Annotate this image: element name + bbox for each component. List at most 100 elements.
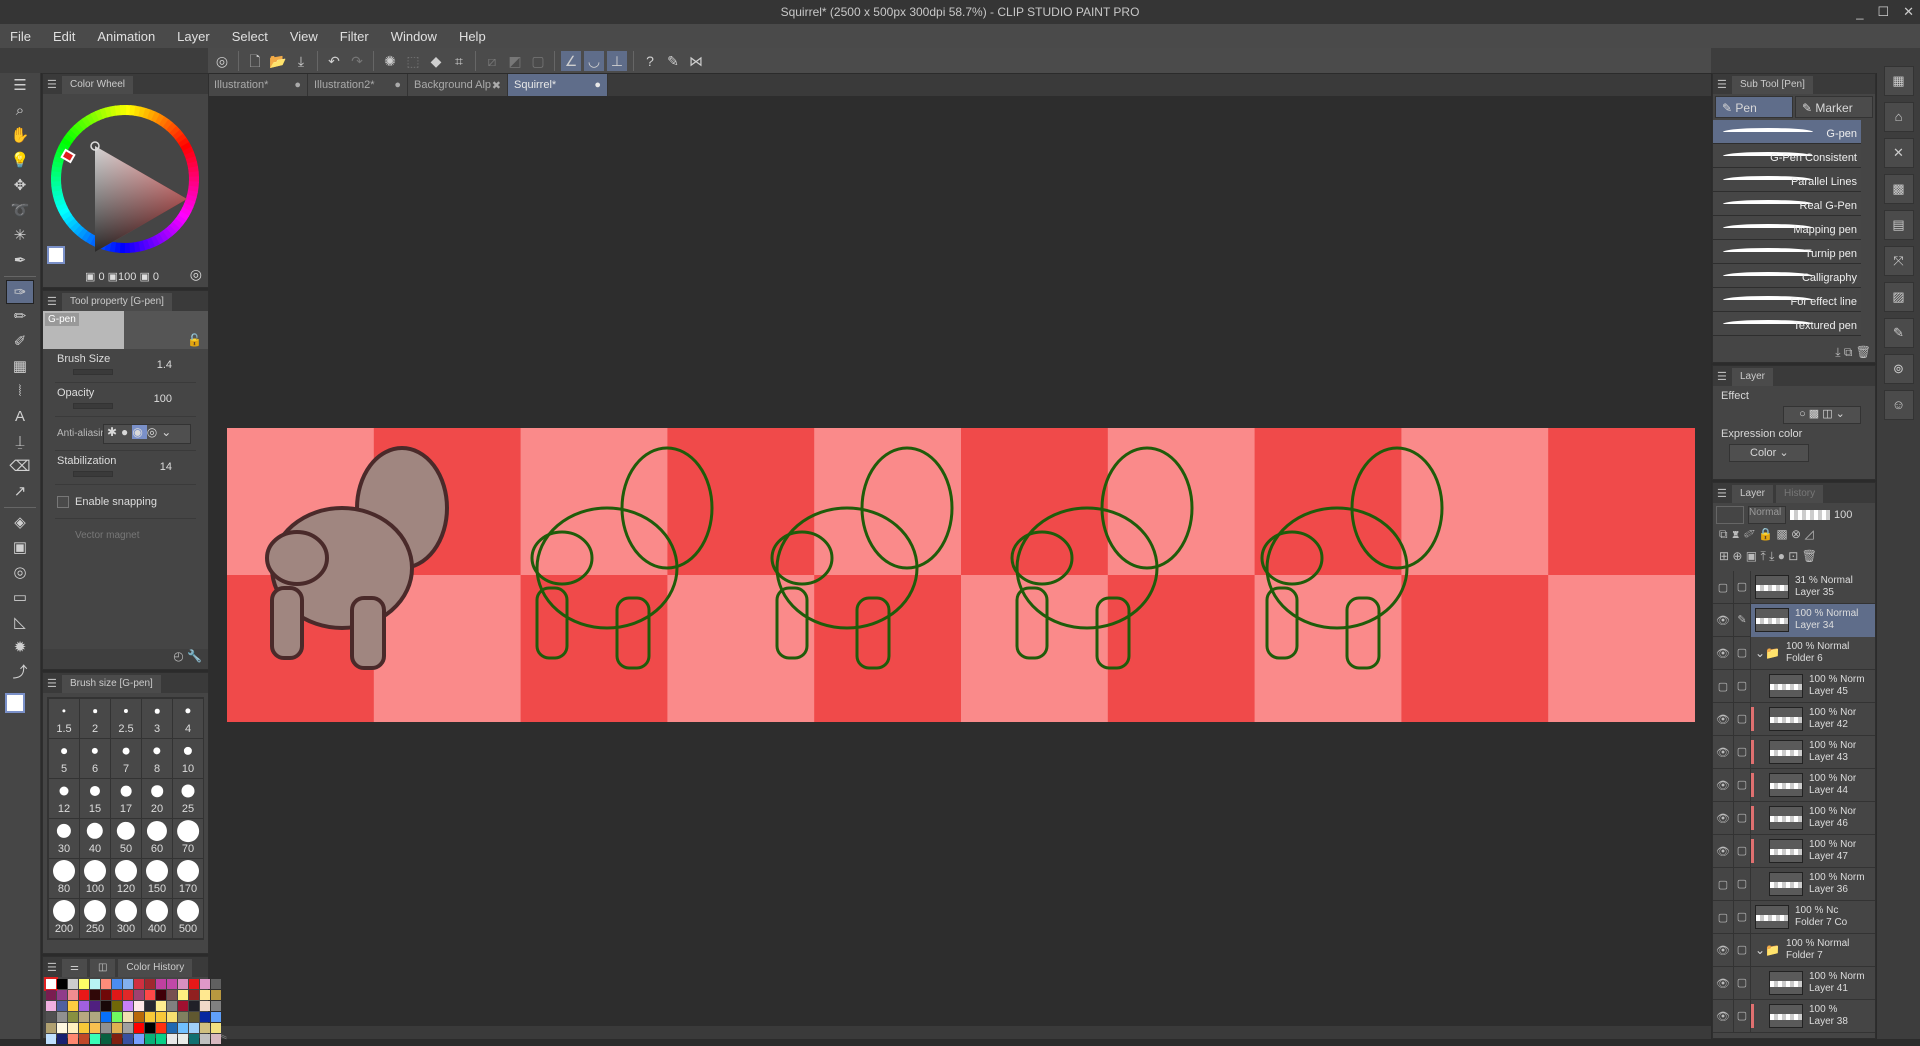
sub-tool-textured-pen[interactable]: Textured pen xyxy=(1713,312,1861,336)
color-swatch[interactable] xyxy=(123,1023,133,1033)
tab-background-alp[interactable]: Background Alp ✖ xyxy=(408,74,508,96)
antialiasing-selector[interactable]: ✱●◉◎⌄ xyxy=(103,424,191,444)
stabilization-value[interactable]: 14 xyxy=(160,461,172,473)
eye-hidden-icon[interactable]: ▢ xyxy=(1713,911,1733,924)
color-swatch[interactable] xyxy=(68,1034,78,1044)
brush-size-option[interactable]: 50 xyxy=(111,819,141,858)
color-swatch[interactable] xyxy=(101,1034,111,1044)
color-swatch[interactable] xyxy=(134,990,144,1000)
eye-hidden-icon[interactable]: ▢ xyxy=(1713,878,1733,891)
unsaved-dot-icon[interactable]: ● xyxy=(594,79,601,91)
eye-icon[interactable]: 👁 xyxy=(1713,845,1733,858)
panel-menu-icon[interactable]: ☰ xyxy=(47,675,59,693)
tool-10-icon[interactable]: ▦ xyxy=(6,355,34,379)
tab-layer-property[interactable]: Layer xyxy=(1732,368,1774,386)
tab-color-history[interactable]: Color History xyxy=(118,959,193,977)
minimize-button[interactable]: _ xyxy=(1856,5,1863,20)
brush-size-option[interactable]: 2 xyxy=(80,699,110,738)
tool-11-icon[interactable]: ⦚ xyxy=(6,380,34,404)
brush-size-option[interactable]: 17 xyxy=(111,779,141,818)
brush-size-option[interactable]: 300 xyxy=(111,899,141,938)
color-swatch[interactable] xyxy=(134,1012,144,1022)
sub-tool-g-pen-consistent[interactable]: G-Pen Consistent xyxy=(1713,144,1861,168)
close-button[interactable]: ✕ xyxy=(1903,4,1914,20)
color-swatch[interactable] xyxy=(178,1001,188,1011)
undo-icon[interactable]: ↶ xyxy=(324,51,344,71)
deselect-icon[interactable]: ✺ xyxy=(380,51,400,71)
brush-size-option[interactable]: 30 xyxy=(49,819,79,858)
panel-menu-icon[interactable]: ☰ xyxy=(1717,76,1729,94)
color-swatch[interactable] xyxy=(123,1034,133,1044)
color-swatch[interactable] xyxy=(101,1012,111,1022)
color-swatch[interactable] xyxy=(167,979,177,989)
tool-18-icon[interactable]: ◎ xyxy=(6,561,34,585)
folder-expand-icon[interactable]: ⌄ xyxy=(1755,943,1765,957)
color-swatch[interactable] xyxy=(145,990,155,1000)
close-tab-icon[interactable]: ✖ xyxy=(492,79,501,92)
layer-row[interactable]: 👁 ▢ 100 % Layer 38 xyxy=(1713,999,1875,1033)
brush-size-option[interactable]: 200 xyxy=(49,899,79,938)
layer-main[interactable]: 100 % Norm Layer 45 xyxy=(1751,670,1875,703)
opacity-value[interactable]: 100 xyxy=(154,393,172,405)
color-swatch[interactable] xyxy=(167,1012,177,1022)
color-swatch[interactable] xyxy=(112,979,122,989)
tab-color-set[interactable]: ⚌ xyxy=(62,959,87,977)
menu-window[interactable]: Window xyxy=(391,29,437,44)
brush-size-option[interactable]: 10 xyxy=(173,739,203,778)
snap-ruler-icon[interactable]: ∠ xyxy=(561,50,581,71)
color-swatch[interactable] xyxy=(178,979,188,989)
color-swatch[interactable] xyxy=(101,990,111,1000)
brush-size-value[interactable]: 1.4 xyxy=(157,359,172,371)
tool-22-icon[interactable]: ⤴ xyxy=(6,661,34,685)
brush-size-option[interactable]: 5 xyxy=(49,739,79,778)
brush-size-option[interactable]: 500 xyxy=(173,899,203,938)
tool-14-icon[interactable]: ⌫ xyxy=(6,455,34,479)
material-folder-2-icon[interactable]: ✕ xyxy=(1883,138,1914,168)
layer-row[interactable]: ▢ ▢ 100 % Norm Layer 45 xyxy=(1713,669,1875,703)
flip-horizontal-icon[interactable]: ⋈ xyxy=(686,51,706,71)
color-swatch[interactable] xyxy=(134,1001,144,1011)
color-swatch[interactable] xyxy=(112,1023,122,1033)
color-swatch[interactable] xyxy=(57,1023,67,1033)
layer-opacity-slider[interactable] xyxy=(1790,510,1830,520)
tool-2-icon[interactable]: 💡 xyxy=(6,149,34,173)
tool-column-menu-icon[interactable]: ☰ xyxy=(6,74,34,98)
folder-expand-icon[interactable]: ⌄ xyxy=(1755,646,1765,660)
tool-3-icon[interactable]: ✥ xyxy=(6,174,34,198)
antialiasing-row[interactable]: Anti-aliasing ✱●◉◎⌄ xyxy=(55,417,196,451)
eye-hidden-icon[interactable]: ▢ xyxy=(1713,581,1733,594)
color-swatch[interactable] xyxy=(44,977,58,991)
color-swatch[interactable] xyxy=(57,1001,67,1011)
color-swatch[interactable] xyxy=(79,1001,89,1011)
canvas[interactable] xyxy=(227,428,1695,722)
color-swatch[interactable] xyxy=(178,1023,188,1033)
transform-icon[interactable]: ⌗ xyxy=(449,51,469,71)
color-swatch[interactable] xyxy=(123,990,133,1000)
color-swatch[interactable] xyxy=(211,990,221,1000)
color-swatch[interactable] xyxy=(189,990,199,1000)
brush-size-option[interactable]: 8 xyxy=(142,739,172,778)
material-folder-1-icon[interactable]: ⌂ xyxy=(1883,102,1914,132)
save-icon[interactable]: ⤓ xyxy=(291,51,311,71)
help-icon[interactable]: ? xyxy=(640,51,660,71)
layer-main[interactable]: 100 % Nor Layer 47 xyxy=(1751,835,1875,868)
color-swatch[interactable] xyxy=(68,1001,78,1011)
layer-main[interactable]: 100 % Layer 38 xyxy=(1751,1000,1875,1033)
menu-filter[interactable]: Filter xyxy=(340,29,369,44)
eye-icon[interactable]: 👁 xyxy=(1713,812,1733,825)
snap-grid-icon[interactable]: ⊥ xyxy=(607,50,627,71)
color-swatch[interactable] xyxy=(134,1023,144,1033)
layer-opacity-value[interactable]: 100 xyxy=(1834,509,1852,521)
edit-target-checkbox[interactable]: ▢ xyxy=(1733,867,1751,901)
color-swatch[interactable] xyxy=(156,979,166,989)
panel-menu-icon[interactable]: ☰ xyxy=(1717,485,1729,503)
material-folder-7-icon[interactable]: ✎ xyxy=(1883,318,1914,348)
layer-color-select[interactable] xyxy=(1716,506,1744,524)
material-folder-4-icon[interactable]: ▤ xyxy=(1883,210,1914,240)
brush-size-option[interactable]: 15 xyxy=(80,779,110,818)
tool-0-icon[interactable]: ⌕ xyxy=(6,99,34,123)
stabilization-row[interactable]: Stabilization 14 xyxy=(55,451,196,485)
tool-17-icon[interactable]: ▣ xyxy=(6,536,34,560)
color-swatch[interactable] xyxy=(68,1012,78,1022)
color-swatch[interactable] xyxy=(178,1034,188,1044)
